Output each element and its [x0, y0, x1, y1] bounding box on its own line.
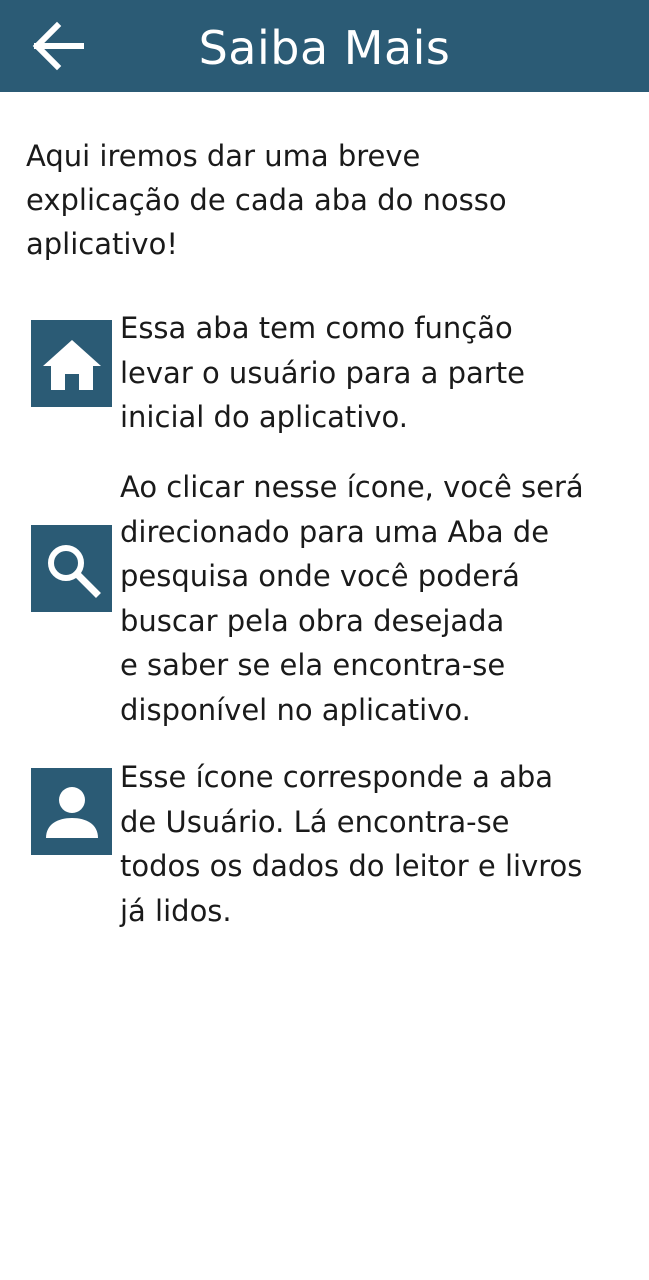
user-description: Esse ícone corresponde a aba de Usuário.…	[120, 760, 583, 928]
user-icon	[45, 786, 98, 838]
home-icon	[42, 339, 101, 390]
search-icon	[47, 544, 101, 598]
home-description: Essa aba tem como função levar o usuário…	[120, 311, 525, 434]
app-header: Saiba Mais	[0, 0, 649, 92]
home-icon-box[interactable]	[31, 320, 112, 407]
intro-text: Aqui iremos dar uma breve explicação de …	[26, 139, 507, 261]
search-description: Ao clicar nesse ícone, você será direcio…	[120, 470, 584, 727]
page-title: Saiba Mais	[198, 21, 451, 75]
user-icon-box[interactable]	[31, 768, 112, 855]
search-icon-box[interactable]	[31, 525, 112, 612]
